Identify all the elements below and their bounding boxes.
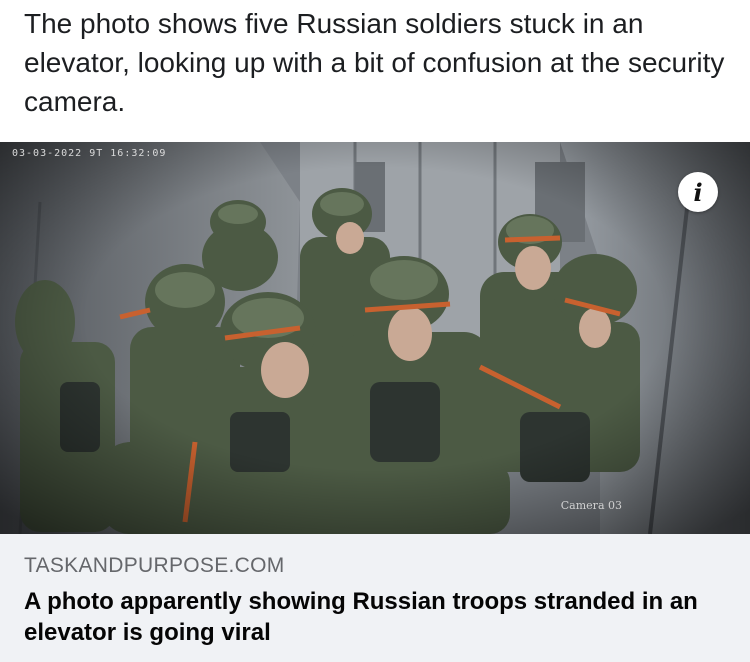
info-icon[interactable]: i [678,172,718,212]
camera-timestamp: 03-03-2022 9T 16:32:09 [12,148,167,159]
post-caption: The photo shows five Russian soldiers st… [24,8,725,117]
camera-label: Camera 03 [560,499,622,512]
post: The photo shows five Russian soldiers st… [0,0,750,662]
link-title[interactable]: A photo apparently showing Russian troop… [24,586,724,648]
link-preview-card[interactable]: TASKANDPURPOSE.COM A photo apparently sh… [0,534,750,662]
post-photo[interactable]: 03-03-2022 9T 16:32:09 Camera 03 i [0,142,750,534]
link-domain: TASKANDPURPOSE.COM [24,554,285,577]
elevator-scene [0,142,750,534]
